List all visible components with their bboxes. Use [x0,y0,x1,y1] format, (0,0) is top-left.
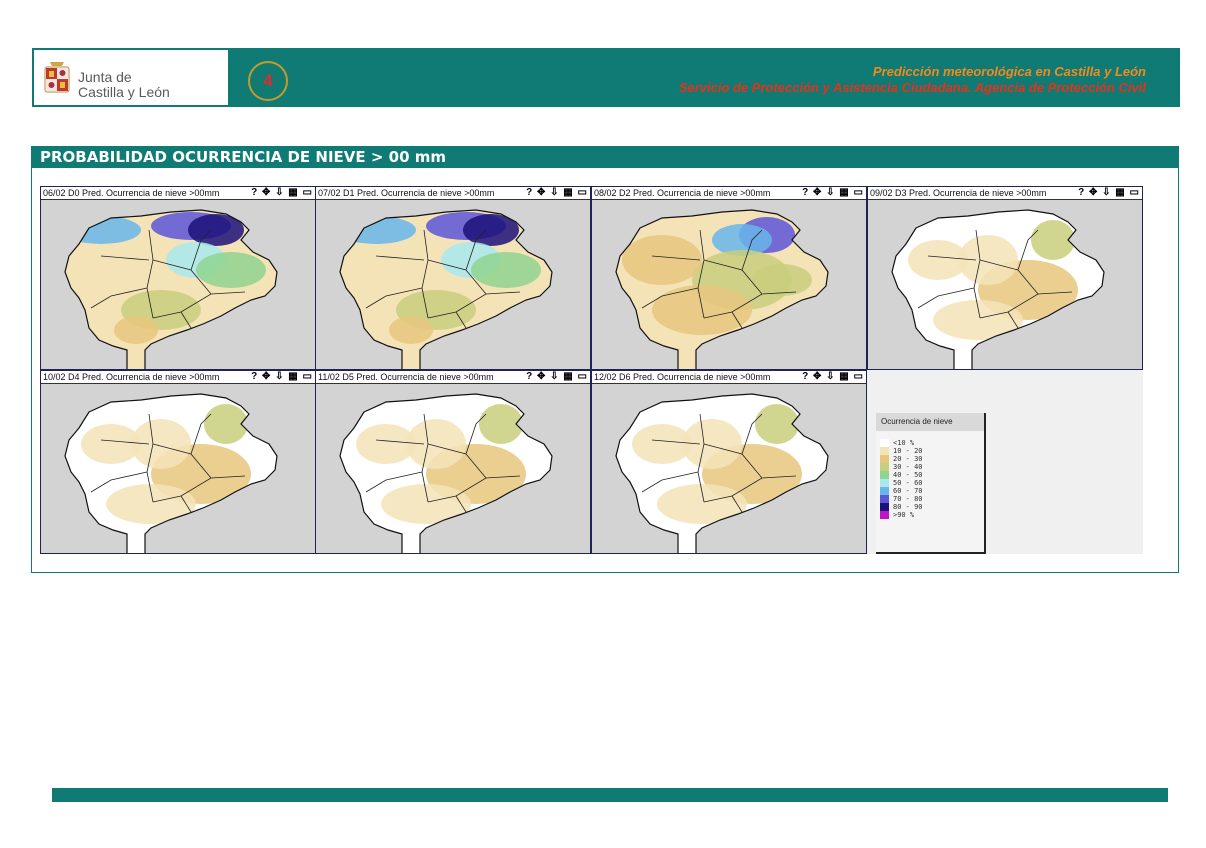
legend-item: 60 - 70 [880,487,923,495]
legend-label: <10 % [893,439,915,447]
logo-line-1: Junta de [78,69,132,85]
legend-label: 30 - 40 [893,463,923,471]
map-panel-d6: 12/02 D6 Pred. Ocurrencia de nieve >00mm… [591,370,867,554]
snow-probability-area [406,419,466,469]
map-label: 06/02 D0 Pred. Ocurrencia de nieve >00mm [43,188,220,198]
map-header: 07/02 D1 Pred. Ocurrencia de nieve >00mm… [316,187,590,200]
map-label: 10/02 D4 Pred. Ocurrencia de nieve >00mm [43,372,220,382]
legend-swatch [880,439,889,447]
snow-probability-area [65,216,141,244]
map-header: 09/02 D3 Pred. Ocurrencia de nieve >00mm… [868,187,1142,200]
legend-swatch [880,447,889,455]
snow-map [891,209,1105,369]
snow-map [64,393,278,553]
legend-swatch [880,463,889,471]
map-toolbar-icons[interactable]: ? ✥ ⇩ ▦ ▭ [251,187,313,199]
map-label: 08/02 D2 Pred. Ocurrencia de nieve >00mm [594,188,771,198]
map-header: 06/02 D0 Pred. Ocurrencia de nieve >00mm… [41,187,315,200]
legend-swatch [880,471,889,479]
legend-label: 70 - 80 [893,495,923,503]
logo-box: Junta de Castilla y León [34,50,228,105]
map-legend: Ocurrencia de nieve <10 % 10 - 20 20 - 30 3… [876,413,986,554]
map-header: 11/02 D5 Pred. Ocurrencia de nieve >00mm… [316,371,590,384]
snow-map [615,209,829,369]
snow-probability-area [131,419,191,469]
map-header: 12/02 D6 Pred. Ocurrencia de nieve >00mm… [592,371,866,384]
map-panel-d5: 11/02 D5 Pred. Ocurrencia de nieve >00mm… [315,370,591,554]
snow-map [339,209,553,369]
legend-label: 60 - 70 [893,487,923,495]
page-number-badge: 4 [248,61,288,101]
logo-text: Junta de Castilla y León [78,70,170,100]
snow-map [339,393,553,553]
footer-bar [52,788,1168,802]
map-label: 07/02 D1 Pred. Ocurrencia de nieve >00mm [318,188,495,198]
map-toolbar-icons[interactable]: ? ✥ ⇩ ▦ ▭ [802,371,864,383]
legend-swatch [880,511,889,519]
page-header: Junta de Castilla y León 4 Predicción me… [32,48,1180,107]
snow-map [615,393,829,553]
legend-swatch [880,479,889,487]
map-toolbar-icons[interactable]: ? ✥ ⇩ ▦ ▭ [1078,187,1140,199]
snow-probability-area [340,216,416,244]
snow-probability-area [389,316,433,344]
map-panel-d3: 09/02 D3 Pred. Ocurrencia de nieve >00mm… [867,186,1143,370]
snow-probability-area [196,252,266,288]
legend-item: 10 - 20 [880,447,923,455]
legend-swatch [880,503,889,511]
legend-label: >90 % [893,511,915,519]
legend-swatch [880,455,889,463]
legend-item: 40 - 50 [880,471,923,479]
legend-label: 80 - 90 [893,503,923,511]
map-toolbar-icons[interactable]: ? ✥ ⇩ ▦ ▭ [251,371,313,383]
legend-item: 20 - 30 [880,455,923,463]
snow-probability-area [682,419,742,469]
legend-item: 70 - 80 [880,495,923,503]
map-panel-d1: 07/02 D1 Pred. Ocurrencia de nieve >00mm… [315,186,591,370]
map-label: 12/02 D6 Pred. Ocurrencia de nieve >00mm [594,372,771,382]
map-panel-d2: 08/02 D2 Pred. Ocurrencia de nieve >00mm… [591,186,867,370]
legend-label: 50 - 60 [893,479,923,487]
legend-item: <10 % [880,439,923,447]
legend-item: 80 - 90 [880,503,923,511]
map-toolbar-icons[interactable]: ? ✥ ⇩ ▦ ▭ [526,371,588,383]
legend-list: <10 % 10 - 20 20 - 30 30 - 40 40 - 50 50 - 60… [880,439,923,519]
legend-label: 10 - 20 [893,447,923,455]
map-panel-d0: 06/02 D0 Pred. Ocurrencia de nieve >00mm… [40,186,316,370]
map-toolbar-icons[interactable]: ? ✥ ⇩ ▦ ▭ [802,187,864,199]
snow-map [64,209,278,369]
section-title: PROBABILIDAD OCURRENCIA DE NIEVE > 00 mm [32,147,1178,168]
snow-probability-area [622,235,702,285]
legend-item: >90 % [880,511,923,519]
coat-of-arms-icon [44,62,70,93]
header-subtitle: Servicio de Protección y Asistencia Ciud… [678,80,1146,95]
map-toolbar-icons[interactable]: ? ✥ ⇩ ▦ ▭ [526,187,588,199]
snow-probability-area [752,264,812,296]
map-panel-d4: 10/02 D4 Pred. Ocurrencia de nieve >00mm… [40,370,316,554]
snow-probability-area [958,235,1018,285]
snow-probability-area [114,316,158,344]
legend-label: 20 - 30 [893,455,923,463]
legend-title: Ocurrencia de nieve [876,413,984,431]
map-grid: 06/02 D0 Pred. Ocurrencia de nieve >00mm… [40,186,1143,554]
legend-swatch [880,495,889,503]
legend-label: 40 - 50 [893,471,923,479]
legend-item: 50 - 60 [880,479,923,487]
map-label: 11/02 D5 Pred. Ocurrencia de nieve >00mm [318,372,494,382]
logo-line-2: Castilla y León [78,84,170,100]
snow-probability-section: PROBABILIDAD OCURRENCIA DE NIEVE > 00 mm… [31,146,1179,573]
legend-swatch [880,487,889,495]
snow-probability-area [471,252,541,288]
map-header: 10/02 D4 Pred. Ocurrencia de nieve >00mm… [41,371,315,384]
legend-item: 30 - 40 [880,463,923,471]
map-label: 09/02 D3 Pred. Ocurrencia de nieve >00mm [870,188,1047,198]
map-header: 08/02 D2 Pred. Ocurrencia de nieve >00mm… [592,187,866,200]
header-title: Predicción meteorológica en Castilla y L… [872,64,1146,79]
